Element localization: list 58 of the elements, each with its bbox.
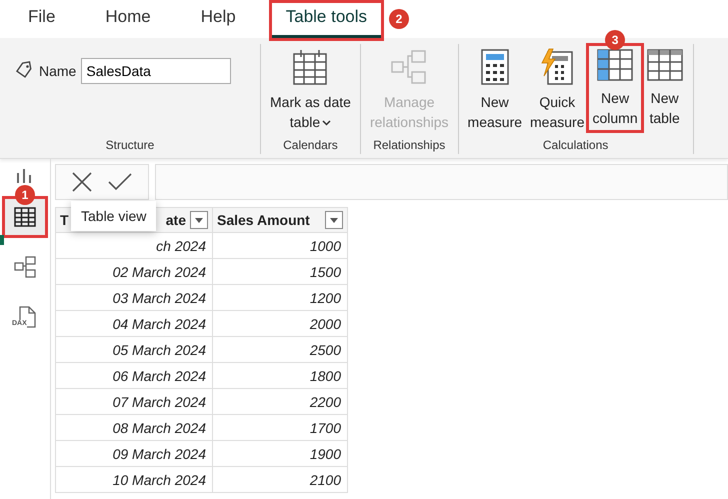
selection-bar — [0, 235, 4, 245]
table-cell: 02 March 2024 — [56, 258, 212, 284]
table-cell: 1900 — [212, 440, 348, 466]
table-icon — [646, 48, 684, 82]
ribbon-button[interactable]: Quick measure — [527, 46, 588, 134]
group-label: Structure — [104, 138, 156, 154]
name-field[interactable]: SalesData — [81, 58, 232, 84]
group-label: Calendars — [282, 138, 339, 154]
caret-icon — [195, 218, 203, 222]
ribbon-button[interactable]: Mark as date table — [267, 46, 354, 134]
checkmark-icon[interactable] — [107, 172, 133, 192]
ribbon-tab[interactable]: Home — [91, 3, 165, 38]
table-cell: 2500 — [212, 336, 348, 362]
view-button[interactable] — [5, 199, 45, 235]
step-badge: 2 — [389, 9, 410, 29]
cancel-icon[interactable] — [71, 171, 93, 193]
table-cell: 09 March 2024 — [56, 440, 212, 466]
table-cell: 1500 — [212, 258, 348, 284]
table-cell: ch 2024 — [56, 232, 212, 258]
relationships-icon — [390, 48, 428, 86]
ribbon-button[interactable]: New table — [642, 46, 687, 130]
ribbon-button[interactable]: New measure — [464, 46, 526, 134]
table-cell: 10 March 2024 — [56, 466, 212, 492]
lightning-calculator-icon — [540, 48, 574, 86]
tooltip: Table view — [71, 201, 156, 231]
ribbon-tab[interactable]: Table tools — [272, 3, 382, 38]
ribbon-tab[interactable]: File — [14, 3, 70, 38]
table-cell: 2200 — [212, 388, 348, 414]
calculator-icon — [480, 48, 510, 86]
filter-dropdown[interactable] — [190, 211, 208, 229]
table-cell: 1200 — [212, 284, 348, 310]
table-cell: 07 March 2024 — [56, 388, 212, 414]
column-table-icon — [596, 48, 634, 82]
table-cell: 08 March 2024 — [56, 414, 212, 440]
table-cell: 06 March 2024 — [56, 362, 212, 388]
table-cell: 1700 — [212, 414, 348, 440]
table-cell: 05 March 2024 — [56, 336, 212, 362]
table-cell: 03 March 2024 — [56, 284, 212, 310]
table-cell: 2100 — [212, 466, 348, 492]
formula-field[interactable] — [155, 164, 728, 200]
group-label: Relationships — [372, 138, 446, 154]
tag-icon — [14, 61, 34, 81]
model-icon — [13, 255, 37, 279]
name-label: Name — [39, 63, 76, 79]
table-cell: 1800 — [212, 362, 348, 388]
filter-dropdown[interactable] — [325, 211, 343, 229]
table-cell: 04 March 2024 — [56, 310, 212, 336]
step-badge: 1 — [15, 185, 35, 205]
column-header: ate — [166, 212, 186, 228]
column-header: Sales Amount — [217, 212, 310, 228]
table-cell: 2000 — [212, 310, 348, 336]
ribbon-tab[interactable]: Help — [186, 3, 250, 38]
grid-icon — [14, 207, 36, 227]
column-header: T — [60, 212, 69, 228]
calendar-icon — [292, 48, 328, 86]
group-label: Calculations — [542, 138, 610, 154]
caret-icon — [330, 218, 338, 222]
table-cell: 1000 — [212, 232, 348, 258]
